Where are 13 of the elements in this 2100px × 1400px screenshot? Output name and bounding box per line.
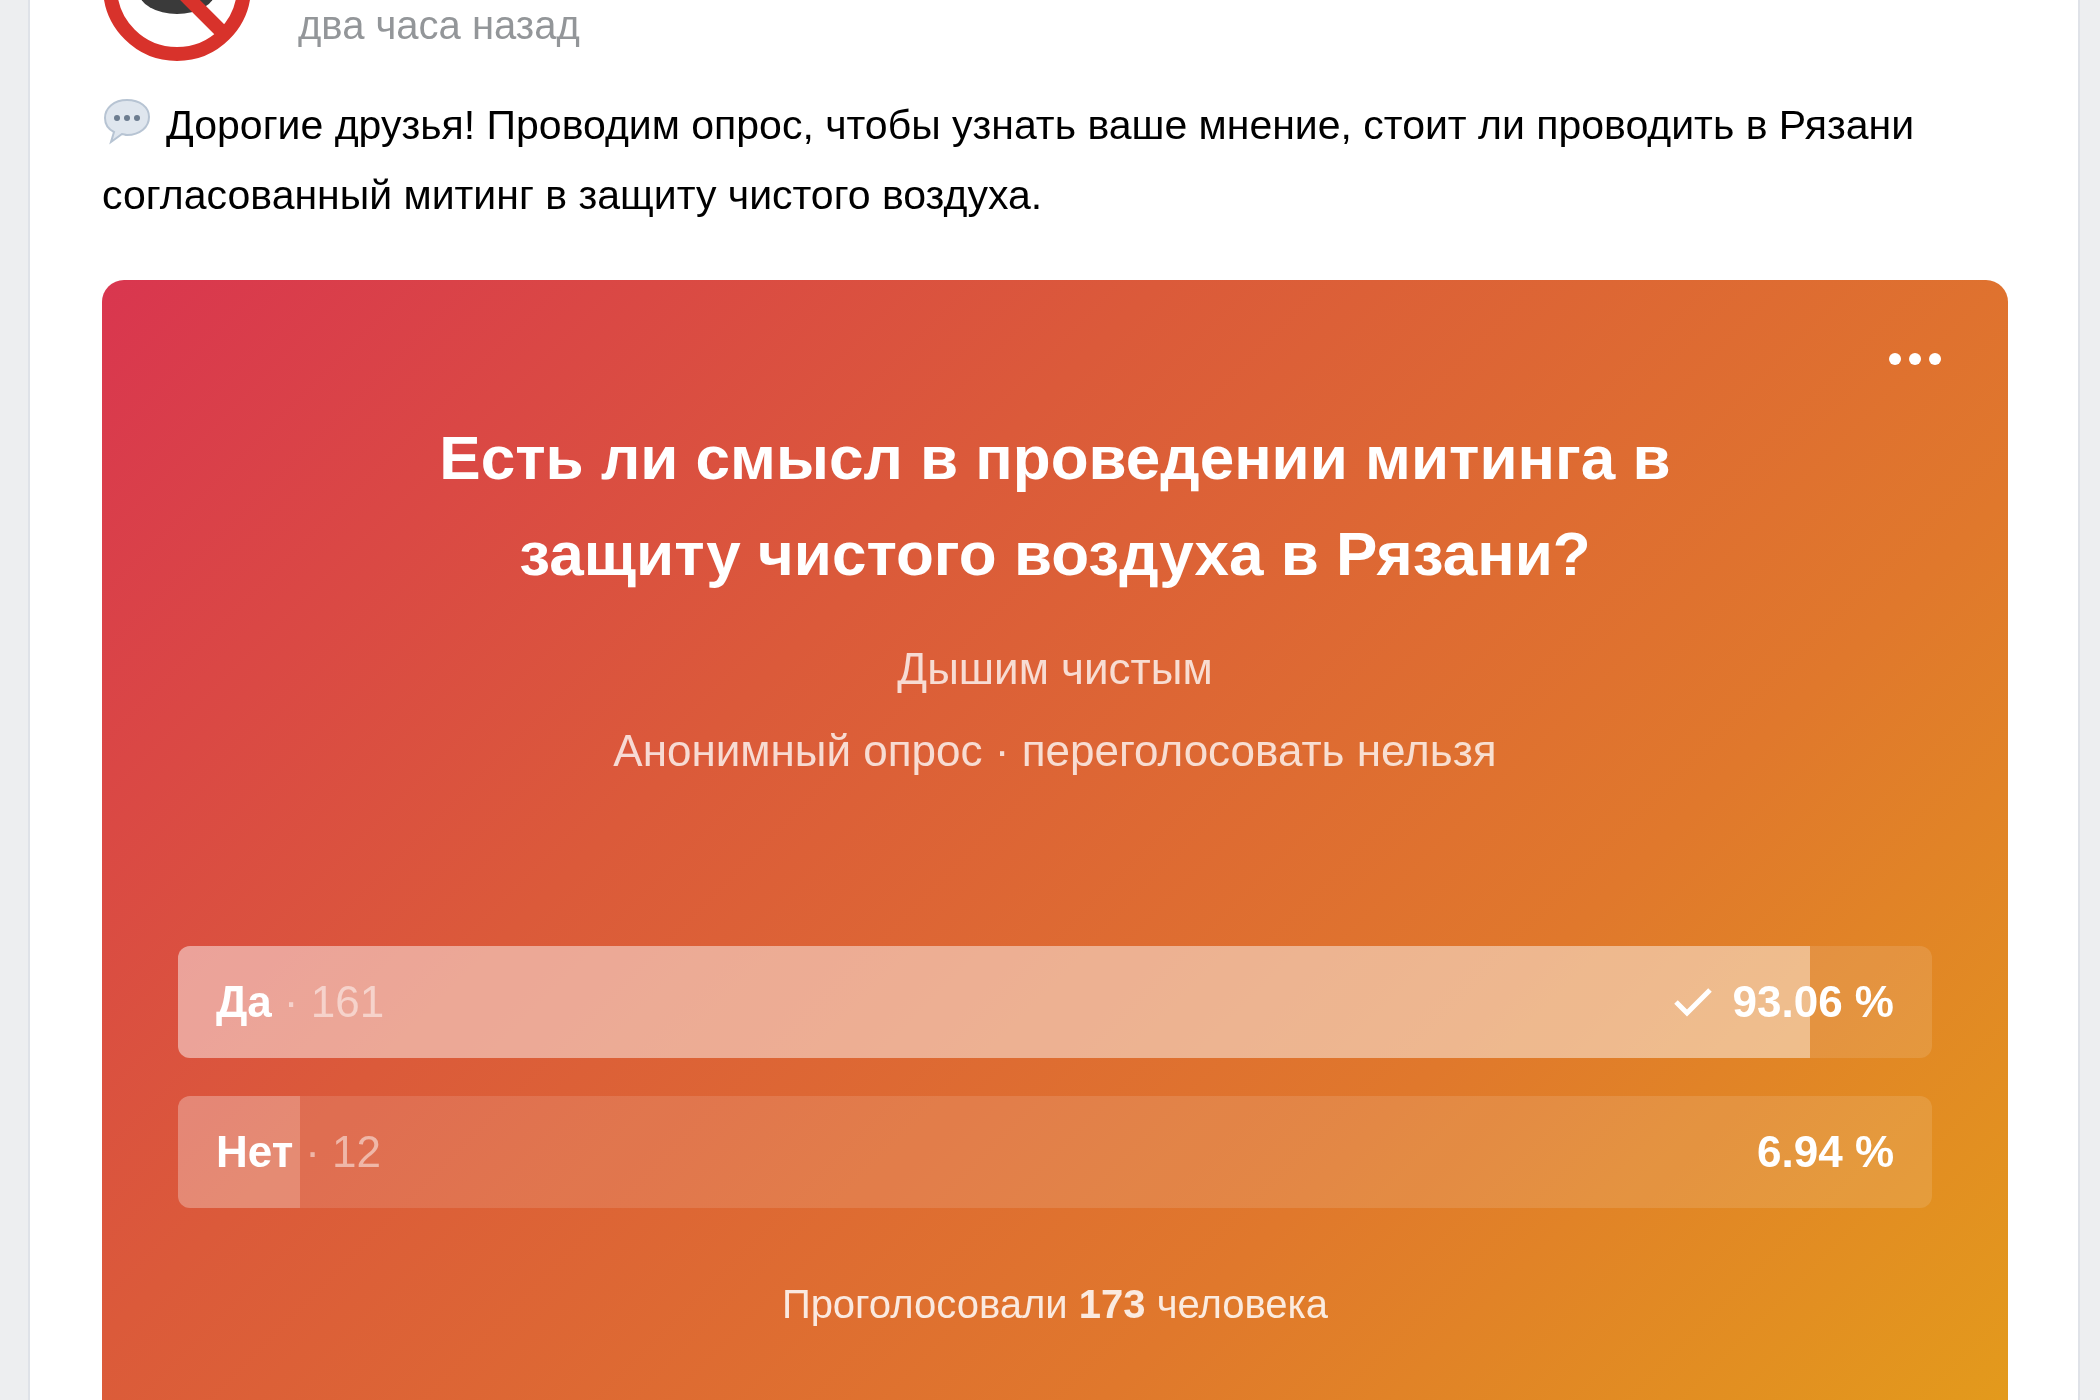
post-text: Дорогие друзья! Проводим опрос, чтобы узнать ваше мнение, стоит ли проводить в Рязани согласованный митинг в защиту чистого воздуха. <box>102 90 1982 230</box>
more-icon[interactable] <box>1888 352 1942 366</box>
vote-count: · 12 <box>305 1127 383 1177</box>
poll-title: Есть ли смысл в проведении митинга в защиту чистого воздуха в Рязани? <box>438 422 1672 590</box>
vote-percent: 6.94 % <box>1757 1127 1894 1177</box>
option-label: Да <box>216 977 272 1027</box>
poll-info: Анонимный опрос · переголосовать нельзя <box>613 726 1497 776</box>
option-label: Нет <box>216 1127 294 1177</box>
poll-author[interactable]: Дышим чистым <box>897 644 1213 694</box>
speech-bubble-icon <box>102 97 152 145</box>
total-votes: Проголосовали 173 человека <box>781 1282 1329 1327</box>
post-time: два часа назад <box>298 3 580 49</box>
check-icon <box>1672 986 1713 1018</box>
